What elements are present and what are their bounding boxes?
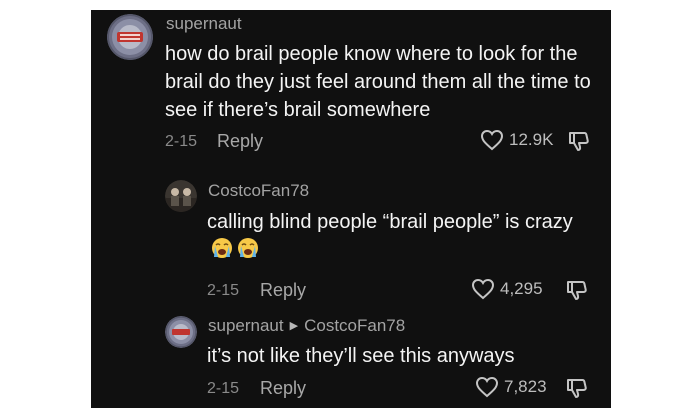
dislike-button[interactable] xyxy=(567,129,591,158)
reply-button[interactable]: Reply xyxy=(260,280,306,301)
heart-icon xyxy=(480,129,504,151)
heart-icon xyxy=(475,376,499,398)
reply-button[interactable]: Reply xyxy=(260,378,306,399)
comment-date: 2-15 xyxy=(207,282,240,299)
avatar[interactable] xyxy=(165,180,197,212)
reply-to-username[interactable]: CostcoFan78 xyxy=(304,316,405,335)
loudly-crying-face-icon xyxy=(211,237,233,267)
thumbs-down-icon xyxy=(569,132,589,151)
like-button[interactable]: 4,295 xyxy=(471,278,543,300)
like-button[interactable]: 12.9K xyxy=(480,129,553,151)
reply-arrow-icon: ▶ xyxy=(289,320,299,332)
comment-text: calling blind people “brail people” is c… xyxy=(207,208,587,267)
dislike-button[interactable] xyxy=(565,376,589,405)
thumbs-down-icon xyxy=(567,281,587,300)
thumbs-down-icon xyxy=(567,379,587,398)
like-count: 12.9K xyxy=(509,130,554,149)
heart-icon xyxy=(471,278,495,300)
loudly-crying-face-icon xyxy=(237,237,259,267)
username[interactable]: supernaut xyxy=(166,14,242,34)
like-button[interactable]: 7,823 xyxy=(475,376,547,398)
username[interactable]: CostcoFan78 xyxy=(208,181,309,201)
avatar[interactable] xyxy=(107,14,153,60)
like-count: 7,823 xyxy=(504,377,547,396)
comment-date: 2-15 xyxy=(165,133,198,150)
comment-text: it’s not like they’ll see this anyways xyxy=(207,345,515,367)
username-text[interactable]: supernaut xyxy=(208,316,284,335)
comment-text-content: calling blind people “brail people” is c… xyxy=(207,211,573,233)
comment-panel: supernaut how do brail people know where… xyxy=(91,10,611,408)
username[interactable]: supernaut ▶ CostcoFan78 xyxy=(208,316,405,336)
avatar[interactable] xyxy=(165,316,197,348)
like-count: 4,295 xyxy=(500,279,543,298)
comment-date: 2-15 xyxy=(207,380,240,397)
dislike-button[interactable] xyxy=(565,278,589,307)
reply-button[interactable]: Reply xyxy=(217,131,263,152)
comment-text: how do brail people know where to look f… xyxy=(165,43,591,121)
